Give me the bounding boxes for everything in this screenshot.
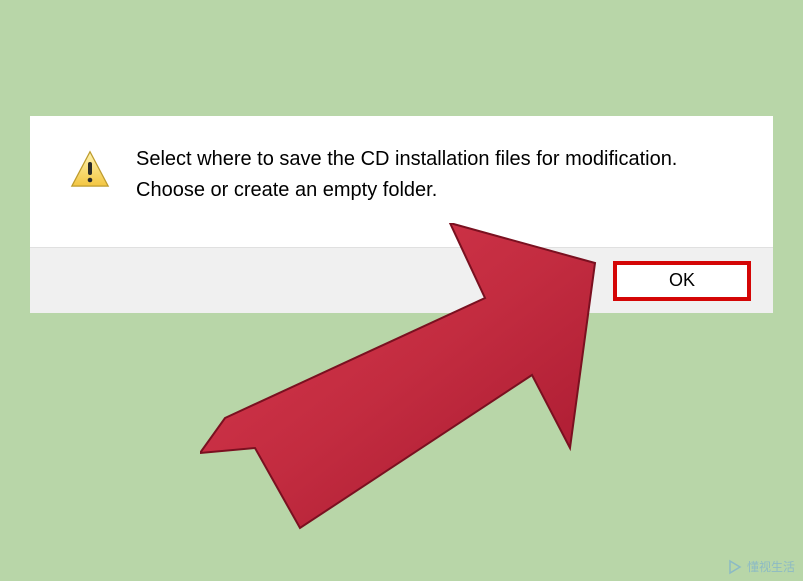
dialog-footer: OK	[30, 247, 773, 313]
dialog-message: Select where to save the CD installation…	[136, 144, 749, 206]
warning-icon	[68, 148, 112, 192]
ok-button[interactable]: OK	[613, 261, 751, 301]
message-dialog: Select where to save the CD installation…	[30, 116, 773, 313]
watermark: 懂视生活	[727, 558, 795, 575]
watermark-text: 懂视生活	[747, 558, 795, 575]
watermark-logo-icon	[727, 559, 743, 575]
dialog-body: Select where to save the CD installation…	[30, 116, 773, 247]
